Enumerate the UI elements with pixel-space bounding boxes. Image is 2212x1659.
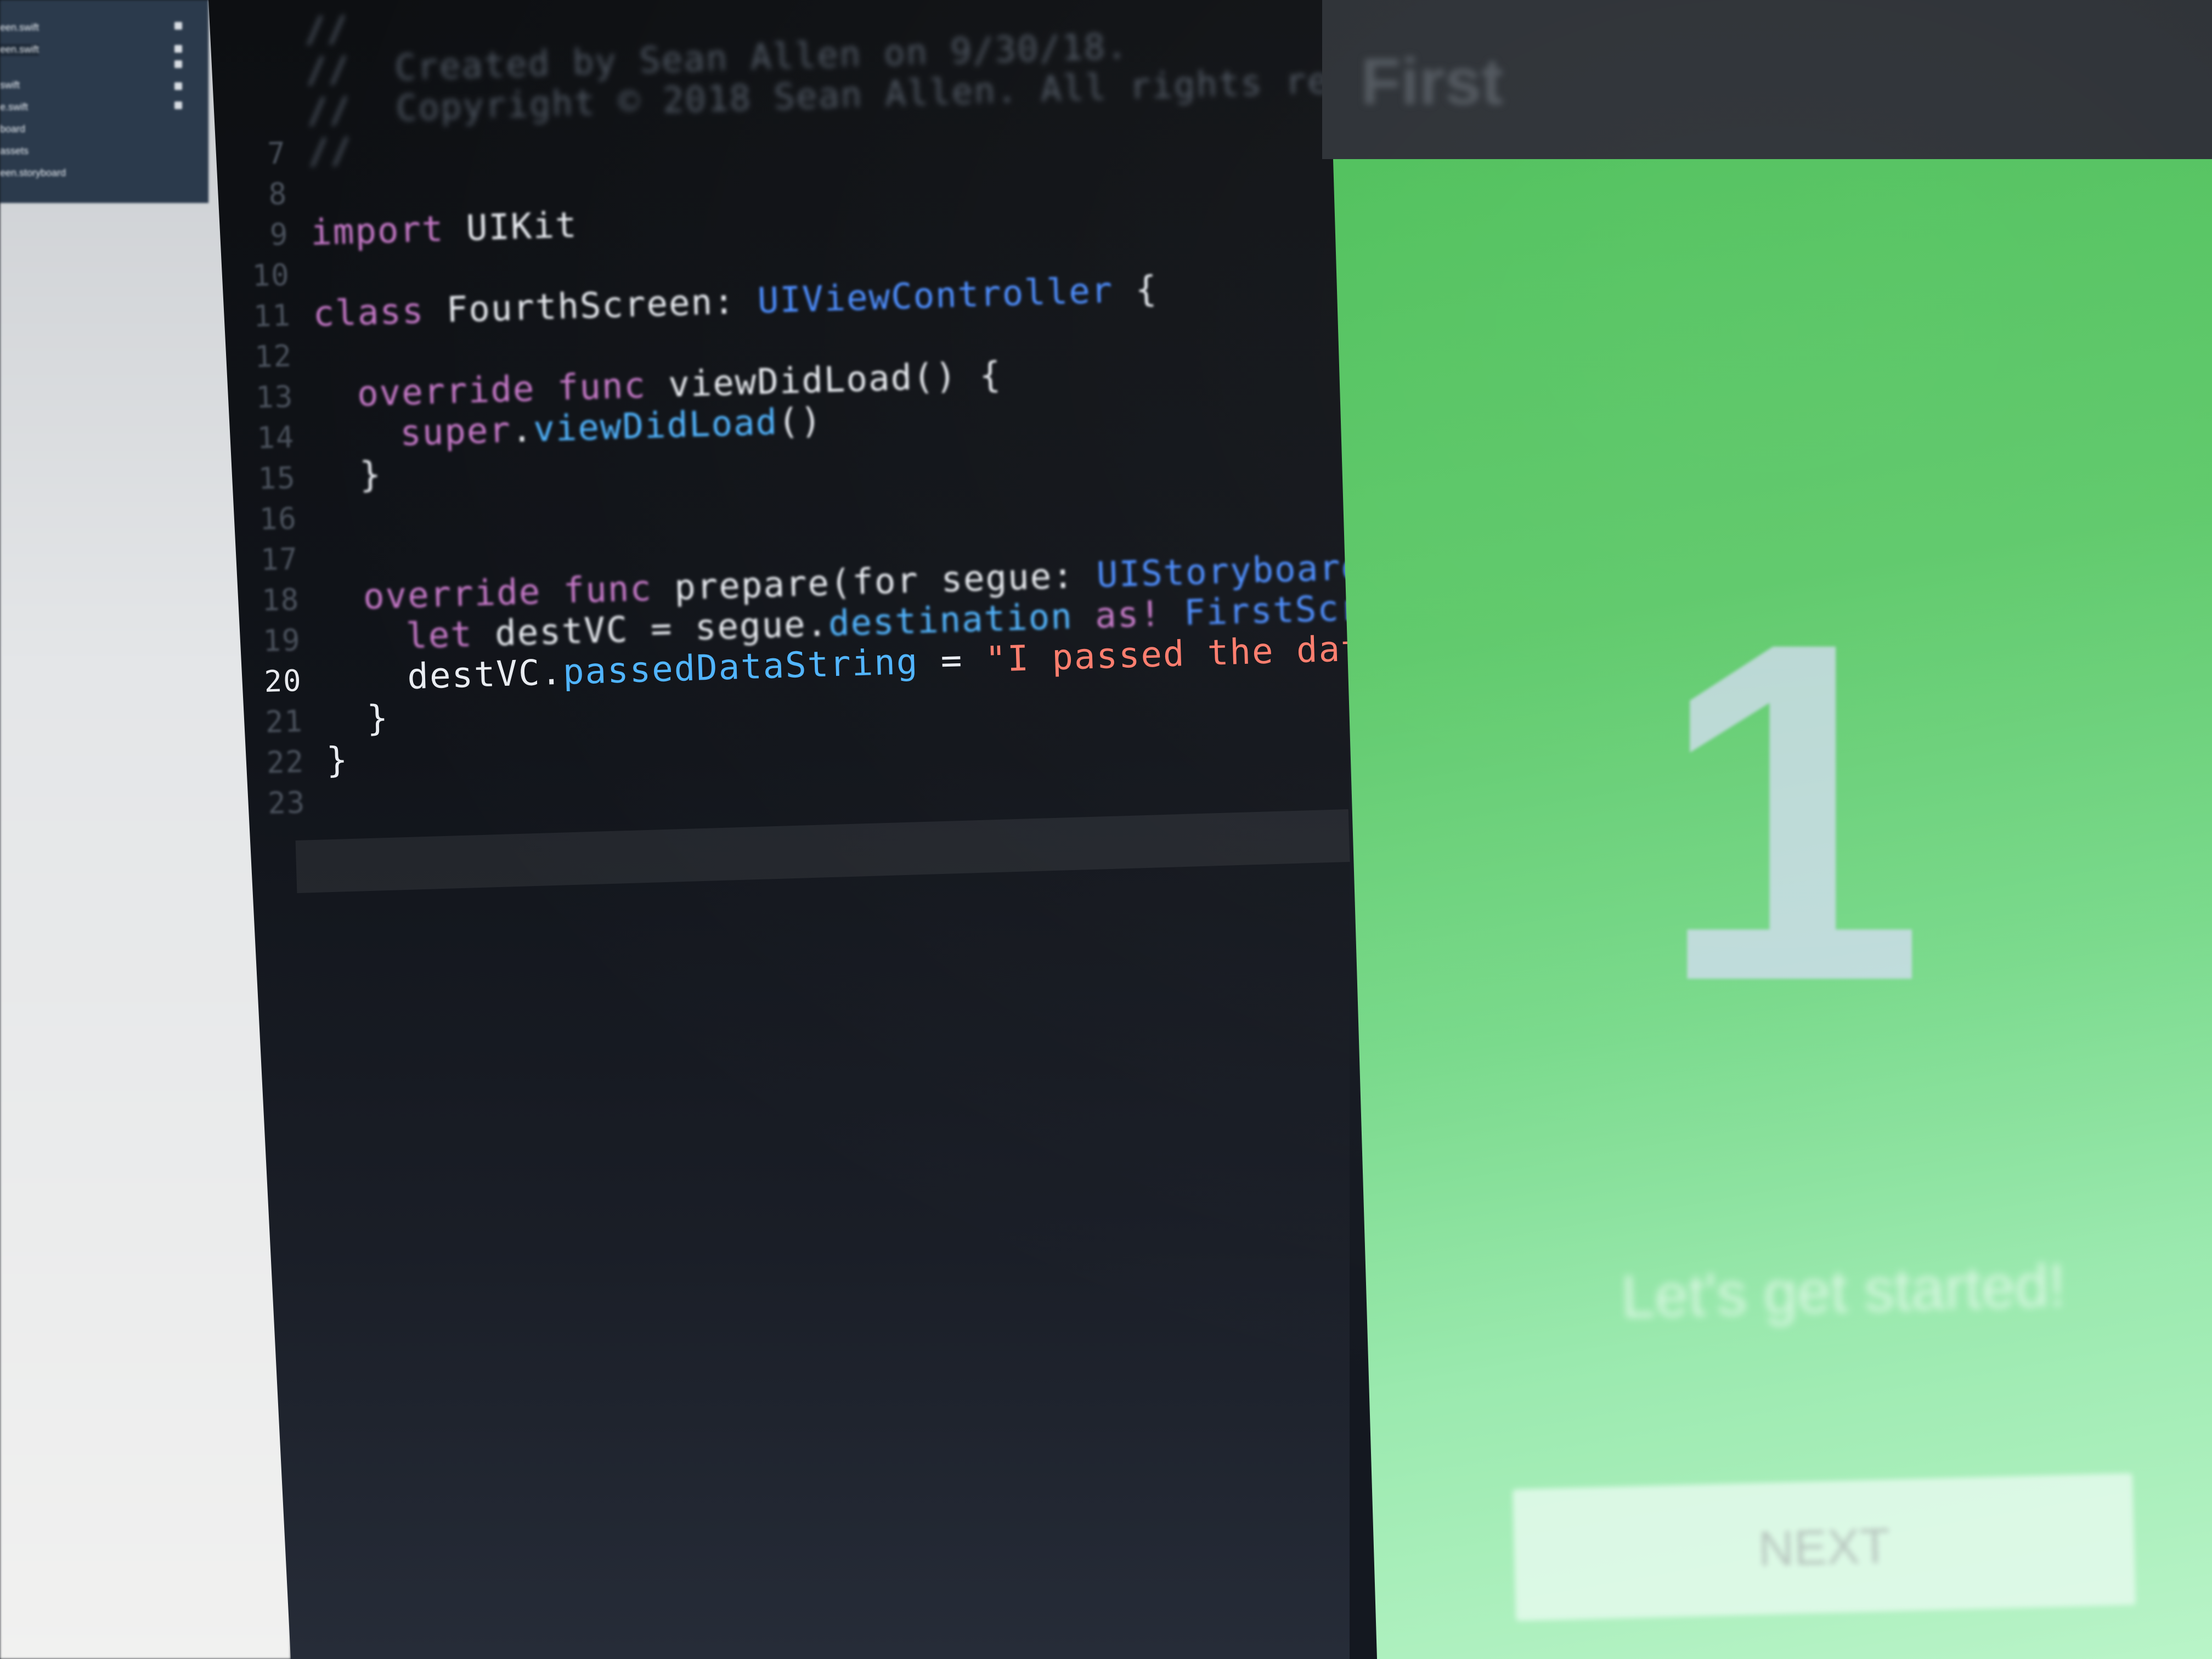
code-line[interactable]: import UIKit [310,205,578,253]
line-number: 13 [255,379,295,415]
code-token: class [312,290,447,335]
line-number: 14 [256,420,296,456]
code-token: // [307,130,354,173]
line-number: 10 [251,257,291,294]
code-token: = [918,640,986,682]
screen-number-label: 1 [1657,542,1926,1081]
code-token: () [777,400,823,443]
code-token: // [304,8,350,51]
code-token: destination [827,596,1074,645]
code-line[interactable]: } [359,454,382,495]
screen: een.swift een.swift swift e.swift board … [0,0,2212,1659]
code-line[interactable]: } [366,698,390,739]
line-number [217,14,283,16]
code-token: } [366,698,390,740]
line-number: 9 [269,217,290,252]
code-token: } [359,454,383,496]
code-token: UIViewController [757,270,1114,321]
code-token: let [405,613,496,657]
code-token: super [399,410,512,454]
line-number [218,54,284,57]
code-line[interactable]: // [308,131,353,172]
code-token: viewDidLoad [533,402,779,450]
code-line[interactable]: // [304,9,349,50]
line-number: 11 [252,298,292,334]
line-number: 12 [254,338,293,375]
line-number [219,95,285,97]
line-number: 20 [263,663,303,699]
line-number: 15 [257,460,297,496]
next-button[interactable]: NEXT [1513,1473,2136,1621]
line-number: 21 [264,703,304,740]
code-token: as! [1072,593,1185,637]
next-button-label: NEXT [1757,1518,1891,1577]
code-token: FourthScreen: [445,281,759,331]
line-number: 22 [266,744,305,780]
code-line[interactable]: class FourthScreen: UIViewController { [313,269,1159,335]
preview-title: First [1361,45,1504,119]
line-number: 16 [258,501,298,537]
code-token: } [325,740,349,781]
line-number: 8 [268,176,289,212]
code-token: import [310,208,467,254]
line-number: 19 [262,623,302,659]
line-number: 18 [261,582,301,618]
subtitle-label: Let's get started! [1620,1251,2067,1331]
line-number: 17 [260,541,299,578]
code-line[interactable]: } [326,740,349,781]
line-number: 23 [267,785,307,821]
code-token: viewDidLoad() { [668,354,1003,405]
code-token: UIKit [465,205,578,249]
code-token: . [510,409,534,451]
line-number: 7 [267,136,287,171]
code-token: { [1113,269,1159,311]
code-token: destVC. [407,652,564,698]
